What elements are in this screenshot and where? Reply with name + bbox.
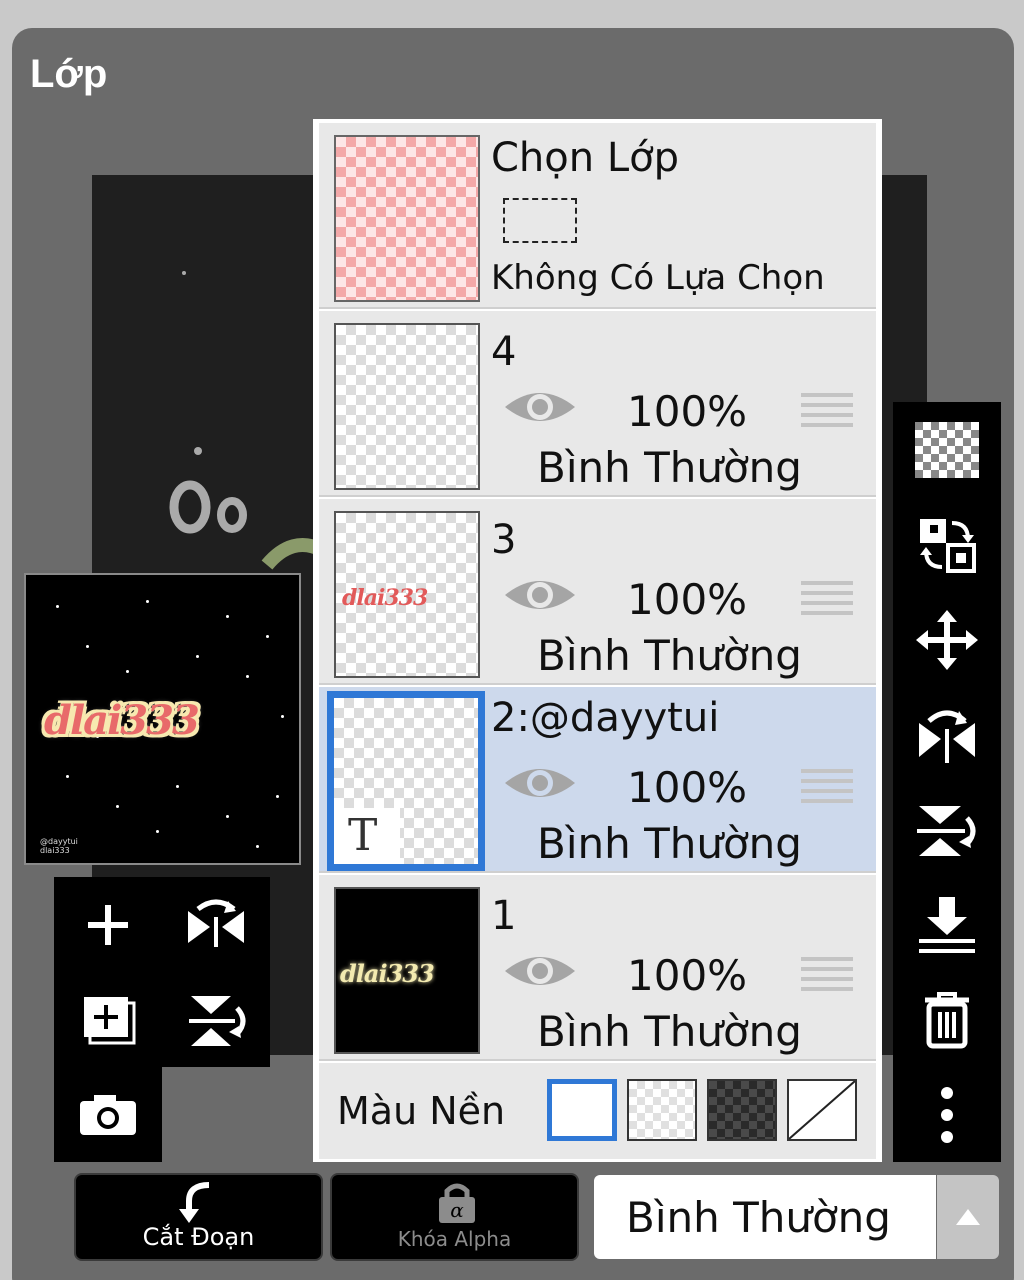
left-toolbar-extra — [54, 1067, 162, 1162]
selection-status: Không Có Lựa Chọn — [491, 258, 825, 298]
layer-thumbnail: dlai333 — [334, 887, 480, 1054]
alpha-lock-label: Khóa Alpha — [397, 1227, 512, 1251]
delete-layer-button[interactable] — [893, 972, 1001, 1067]
duplicate-layer-button[interactable] — [54, 972, 162, 1067]
flip-vertical-icon — [917, 805, 976, 856]
clip-arrow-icon — [179, 1182, 210, 1223]
more-options-button[interactable] — [893, 1067, 1001, 1162]
add-layer-button[interactable] — [54, 877, 162, 972]
more-vertical-icon — [941, 1086, 953, 1143]
alpha-lock-button[interactable]: α Khóa Alpha — [330, 1173, 579, 1261]
drag-handle-icon[interactable] — [801, 955, 853, 993]
clipping-button[interactable]: Cắt Đoạn — [74, 1173, 323, 1261]
layer-row-selected[interactable]: T 2:@dayytui 100% Bình Thường — [319, 687, 876, 873]
right-toolbar — [893, 402, 1001, 1162]
plus-icon — [88, 904, 128, 945]
svg-text:α: α — [450, 1198, 464, 1222]
layer-blend-mode: Bình Thường — [537, 1007, 802, 1056]
clipping-label: Cắt Đoạn — [142, 1223, 255, 1251]
camera-button[interactable] — [54, 1067, 162, 1162]
layer-thumbnail — [334, 323, 480, 490]
triangle-up-icon — [956, 1209, 980, 1225]
layer-opacity[interactable]: 100% — [627, 951, 747, 1000]
text-layer-badge: T — [334, 808, 400, 864]
layer-opacity[interactable]: 100% — [627, 387, 747, 436]
blend-mode-select[interactable]: Bình Thường — [594, 1175, 936, 1259]
selection-layer[interactable]: Chọn Lớp Không Có Lựa Chọn — [319, 123, 876, 309]
move-layer-button[interactable] — [893, 592, 1001, 687]
selection-marquee-icon — [503, 198, 577, 243]
layer-thumbnail: T — [327, 691, 485, 871]
drag-handle-icon[interactable] — [801, 579, 853, 617]
layer-row[interactable]: dlai333 1 100% Bình Thường — [319, 875, 876, 1061]
visibility-eye-icon[interactable] — [503, 387, 577, 427]
duplicate-layer-icon — [84, 996, 136, 1044]
layer-opacity[interactable]: 100% — [627, 575, 747, 624]
left-toolbar — [54, 877, 270, 1067]
blend-mode-value: Bình Thường — [626, 1193, 891, 1242]
bg-swatch-dark-checker[interactable] — [707, 1079, 777, 1141]
layer-thumbnail: dlai333 — [334, 511, 480, 678]
checker-icon — [915, 421, 979, 478]
preview-art-text: dlai333 — [44, 697, 200, 744]
flip-vertical-icon — [189, 995, 246, 1046]
panel-title: Lớp — [30, 52, 108, 96]
background-color-row: Màu Nền — [319, 1063, 876, 1159]
drag-handle-icon[interactable] — [801, 767, 853, 805]
layer-opacity[interactable]: 100% — [627, 763, 747, 812]
trash-icon — [925, 991, 969, 1048]
bg-swatch-none[interactable] — [787, 1079, 857, 1141]
transparent-layer-button[interactable] — [893, 402, 1001, 497]
merge-down-button[interactable] — [893, 877, 1001, 972]
flip-vertical-button[interactable] — [893, 782, 1001, 877]
merge-down-icon — [919, 896, 975, 953]
preview-watermark: @dayytui dlai333 — [40, 837, 78, 855]
layer-name: 1 — [491, 893, 517, 939]
layer-name: 4 — [491, 329, 517, 375]
bg-swatch-white[interactable] — [547, 1079, 617, 1141]
layer-blend-mode: Bình Thường — [537, 631, 802, 680]
none-slash-icon — [788, 1080, 856, 1140]
flip-horizontal-icon — [188, 899, 244, 947]
flip-horizontal-layer-button[interactable] — [162, 877, 270, 972]
flip-horizontal-icon — [919, 710, 975, 763]
swap-layer-button[interactable] — [893, 497, 1001, 592]
visibility-eye-icon[interactable] — [503, 763, 577, 803]
layer-thumbnail-art: dlai333 — [340, 959, 435, 988]
drag-handle-icon[interactable] — [801, 391, 853, 429]
canvas-preview-image: dlai333 @dayytui dlai333 — [24, 573, 301, 865]
lock-alpha-icon: α — [439, 1183, 475, 1223]
layer-blend-mode: Bình Thường — [537, 443, 802, 492]
layer-list: Chọn Lớp Không Có Lựa Chọn 4 100% Bình T… — [313, 119, 882, 1162]
visibility-eye-icon[interactable] — [503, 575, 577, 615]
layer-name: Chọn Lớp — [491, 135, 679, 181]
move-arrows-icon — [916, 609, 978, 670]
layer-row[interactable]: dlai333 3 100% Bình Thường — [319, 499, 876, 685]
visibility-eye-icon[interactable] — [503, 951, 577, 991]
layer-name: 3 — [491, 517, 517, 563]
selection-layer-thumbnail — [334, 135, 480, 302]
camera-icon — [80, 1094, 136, 1135]
blend-mode-dropdown-button[interactable] — [937, 1175, 999, 1259]
layer-row[interactable]: 4 100% Bình Thường — [319, 311, 876, 497]
background-color-label: Màu Nền — [337, 1089, 506, 1133]
layer-blend-mode: Bình Thường — [537, 819, 802, 868]
flip-vertical-layer-button[interactable] — [162, 972, 270, 1067]
swap-layer-icon — [920, 518, 976, 573]
flip-horizontal-button[interactable] — [893, 687, 1001, 782]
bg-swatch-light-checker[interactable] — [627, 1079, 697, 1141]
layer-thumbnail-art: dlai333 — [342, 585, 428, 611]
layer-name: 2:@dayytui — [491, 695, 720, 741]
